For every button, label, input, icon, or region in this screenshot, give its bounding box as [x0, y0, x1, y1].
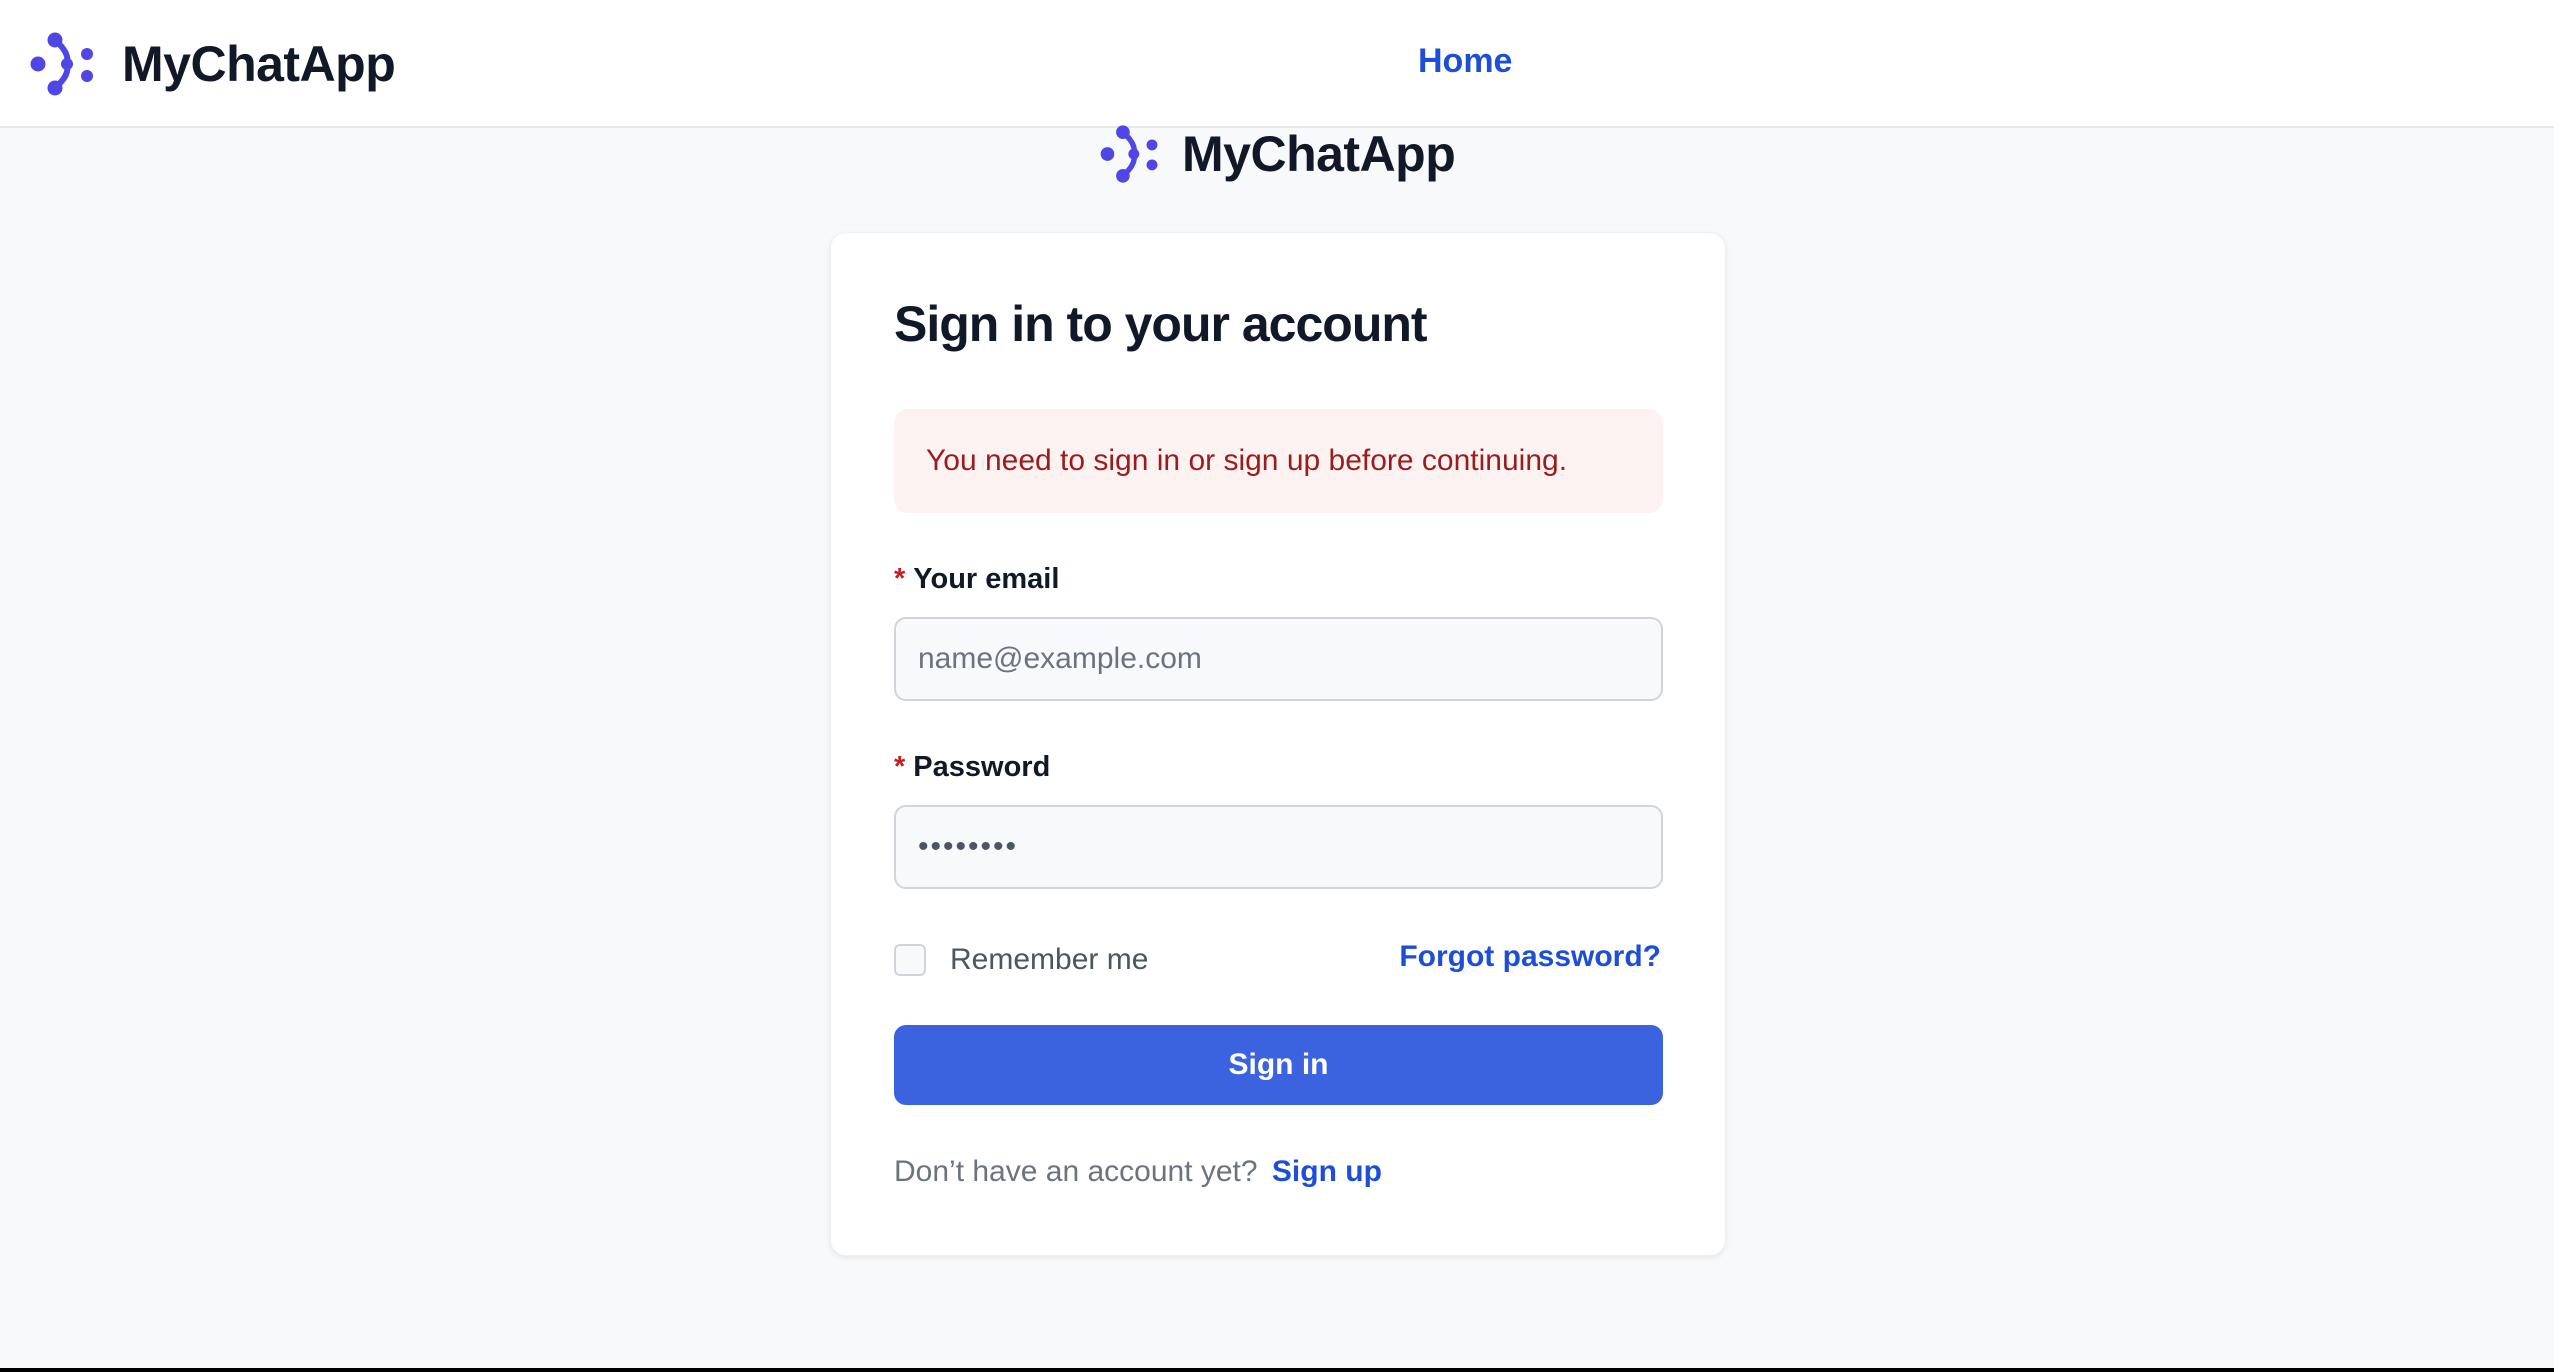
- sign-in-button[interactable]: Sign in: [894, 1025, 1663, 1105]
- signup-prompt: Don’t have an account yet?: [894, 1155, 1258, 1188]
- top-navbar: MyChatApp Home: [0, 0, 2554, 128]
- remember-checkbox[interactable]: [894, 944, 926, 976]
- mychatapp-logo-icon: [30, 31, 100, 97]
- email-field[interactable]: [894, 617, 1663, 701]
- email-label-text: Your email: [913, 563, 1060, 595]
- sign-up-link[interactable]: Sign up: [1272, 1155, 1382, 1188]
- signin-card: Sign in to your account You need to sign…: [830, 232, 1726, 1256]
- remember-label: Remember me: [950, 943, 1149, 976]
- remember-me[interactable]: Remember me: [894, 940, 1148, 980]
- brand-name: MyChatApp: [1182, 126, 1456, 182]
- alert-message: You need to sign in or sign up before co…: [926, 444, 1568, 477]
- nav-home-link[interactable]: Home: [1418, 42, 1512, 81]
- page-brand: MyChatApp: [1100, 122, 1456, 186]
- required-marker: *: [894, 751, 906, 783]
- required-marker: *: [894, 563, 906, 595]
- page-title: Sign in to your account: [894, 296, 1428, 352]
- password-field[interactable]: ••••••••: [894, 805, 1663, 889]
- password-label-text: Password: [913, 751, 1051, 783]
- navbar-brand[interactable]: MyChatApp: [30, 30, 396, 98]
- email-label: * Your email: [894, 563, 1059, 596]
- signup-prompt-row: Don’t have an account yet? Sign up: [894, 1155, 1382, 1189]
- password-label: * Password: [894, 751, 1050, 784]
- mychatapp-logo-icon: [1100, 124, 1164, 184]
- password-masked-value: ••••••••: [918, 830, 1019, 863]
- brand-name: MyChatApp: [122, 36, 396, 92]
- error-alert: You need to sign in or sign up before co…: [894, 409, 1663, 513]
- page: MyChatApp Home MyChatApp Sign in to your…: [0, 0, 2554, 1368]
- forgot-password-link[interactable]: Forgot password?: [1399, 940, 1661, 974]
